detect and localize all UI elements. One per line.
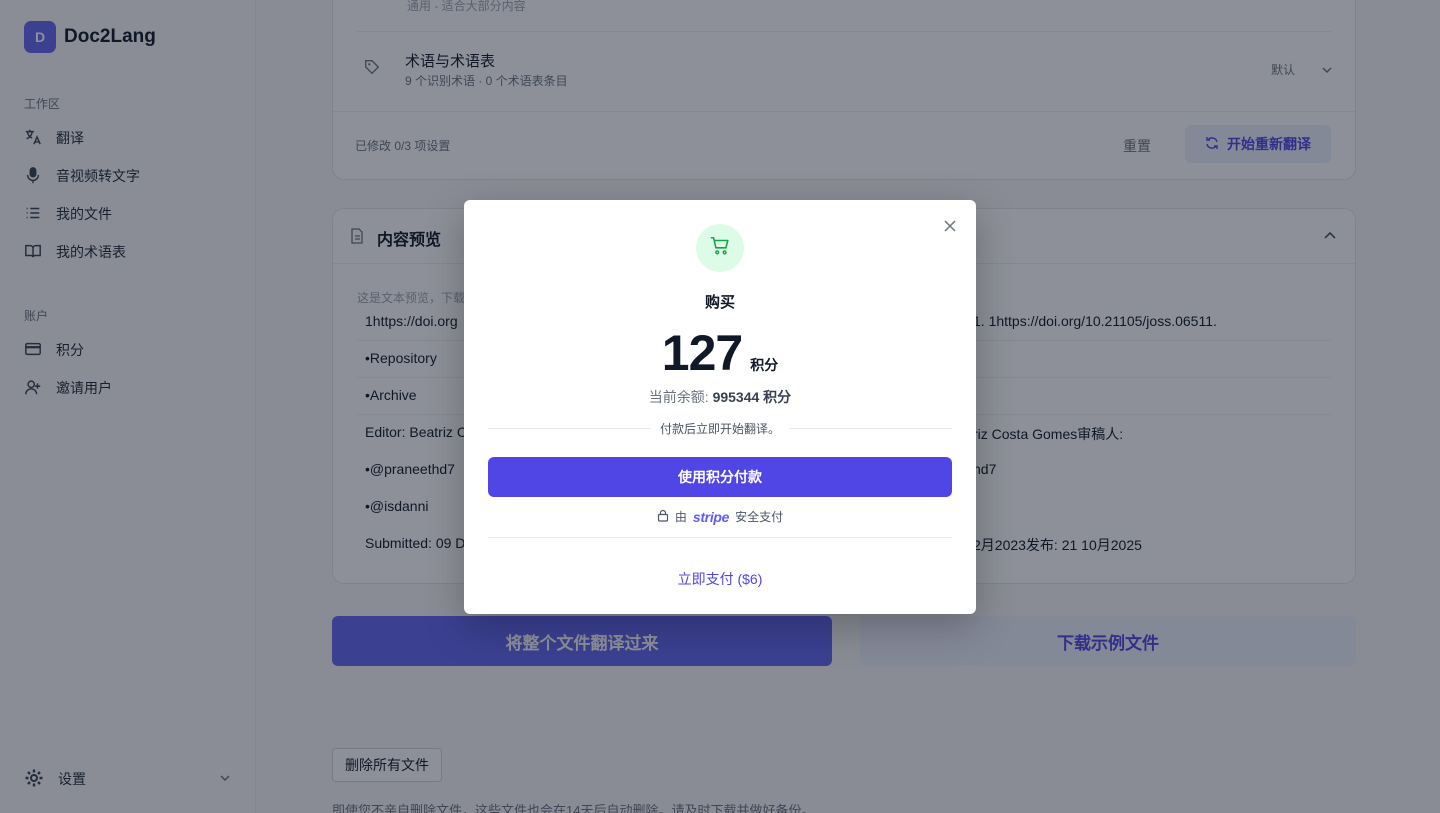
pay-with-credits-button[interactable]: 使用积分付款 (488, 457, 952, 497)
secure-suffix: 安全支付 (735, 510, 784, 524)
divider (488, 537, 952, 538)
payment-note: 付款后立即开始翻译。 (660, 421, 781, 436)
divider-line (790, 427, 953, 429)
secure-payment-note: 由 stripe 安全支付 (464, 508, 976, 525)
current-balance: 当前余额: 995344 积分 (464, 387, 976, 407)
pay-now-link[interactable]: 立即支付 ($6) (464, 569, 976, 589)
balance-value: 995344 积分 (712, 389, 792, 405)
close-icon[interactable] (942, 218, 958, 234)
price-amount: 127 (661, 325, 743, 381)
shopping-cart-icon (709, 235, 731, 262)
price-display: 127 积分 (464, 324, 976, 382)
divider-line (488, 427, 650, 429)
stripe-logo: stripe (692, 508, 730, 525)
lock-icon (657, 509, 669, 525)
modal-title: 购买 (704, 294, 735, 311)
payment-note-divider: 付款后立即开始翻译。 (488, 420, 953, 436)
secure-prefix: 由 (674, 510, 687, 524)
balance-label: 当前余额: (648, 389, 709, 405)
purchase-modal: 购买 127 积分 当前余额: 995344 积分 付款后立即开始翻译。 使用积… (464, 200, 976, 614)
cart-badge (696, 224, 744, 272)
price-unit: 积分 (750, 357, 779, 373)
